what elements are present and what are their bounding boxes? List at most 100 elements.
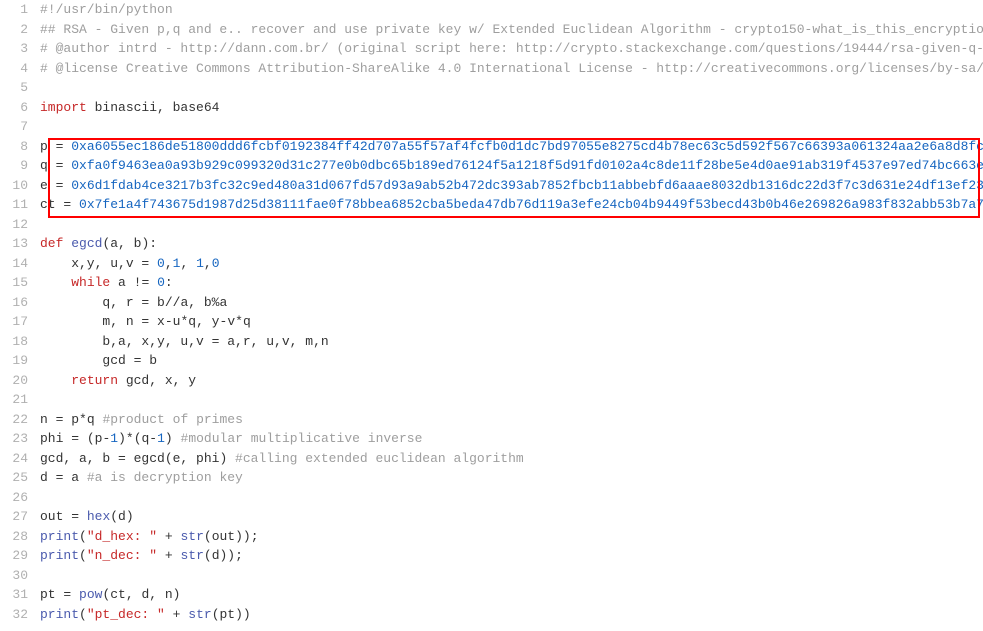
code-line[interactable]: 12: [0, 215, 983, 235]
line-number: 15: [0, 273, 40, 293]
line-content[interactable]: print("pt_dec: " + str(pt)): [40, 605, 983, 625]
code-line[interactable]: 15 while a != 0:: [0, 273, 983, 293]
line-number: 8: [0, 137, 40, 157]
line-content[interactable]: return gcd, x, y: [40, 371, 983, 391]
code-line[interactable]: 11ct = 0x7fe1a4f743675d1987d25d38111fae0…: [0, 195, 983, 215]
code-line[interactable]: 17 m, n = x-u*q, y-v*q: [0, 312, 983, 332]
code-line[interactable]: 8p = 0xa6055ec186de51800ddd6fcbf0192384f…: [0, 137, 983, 157]
token-number: 1: [110, 431, 118, 446]
line-content[interactable]: p = 0xa6055ec186de51800ddd6fcbf0192384ff…: [40, 137, 983, 157]
line-content[interactable]: gcd, a, b = egcd(e, phi) #calling extend…: [40, 449, 983, 469]
token-comment: #product of primes: [102, 412, 242, 427]
line-number: 17: [0, 312, 40, 332]
code-line[interactable]: 31pt = pow(ct, d, n): [0, 585, 983, 605]
line-content[interactable]: [40, 117, 983, 137]
line-content[interactable]: phi = (p-1)*(q-1) #modular multiplicativ…: [40, 429, 983, 449]
line-content[interactable]: ## RSA - Given p,q and e.. recover and u…: [40, 20, 983, 40]
line-content[interactable]: gcd = b: [40, 351, 983, 371]
code-editor[interactable]: 1#!/usr/bin/python2## RSA - Given p,q an…: [0, 0, 983, 624]
line-number: 16: [0, 293, 40, 313]
line-content[interactable]: # @license Creative Commons Attribution-…: [40, 59, 983, 79]
code-line[interactable]: 30: [0, 566, 983, 586]
token-builtin: str: [188, 607, 211, 622]
code-line[interactable]: 26: [0, 488, 983, 508]
code-line[interactable]: 6import binascii, base64: [0, 98, 983, 118]
code-line[interactable]: 21: [0, 390, 983, 410]
line-content[interactable]: [40, 78, 983, 98]
code-line[interactable]: 25d = a #a is decryption key: [0, 468, 983, 488]
token-comment: #a is decryption key: [87, 470, 243, 485]
line-content[interactable]: [40, 390, 983, 410]
line-content[interactable]: # @author intrd - http://dann.com.br/ (o…: [40, 39, 983, 59]
token-builtin: print: [40, 529, 79, 544]
token-string: "n_dec: ": [87, 548, 157, 563]
line-content[interactable]: d = a #a is decryption key: [40, 468, 983, 488]
code-line[interactable]: 27out = hex(d): [0, 507, 983, 527]
token-identifier: ,: [165, 256, 173, 271]
code-line[interactable]: 24gcd, a, b = egcd(e, phi) #calling exte…: [0, 449, 983, 469]
line-content[interactable]: q, r = b//a, b%a: [40, 293, 983, 313]
code-line[interactable]: 14 x,y, u,v = 0,1, 1,0: [0, 254, 983, 274]
token-identifier: a: [219, 295, 227, 310]
line-content[interactable]: pt = pow(ct, d, n): [40, 585, 983, 605]
token-keyword: while: [71, 275, 110, 290]
token-identifier: gcd: [40, 353, 134, 368]
code-line[interactable]: 2## RSA - Given p,q and e.. recover and …: [0, 20, 983, 40]
line-content[interactable]: [40, 566, 983, 586]
line-content[interactable]: [40, 488, 983, 508]
token-identifier: [157, 529, 165, 544]
line-content[interactable]: e = 0x6d1fdab4ce3217b3fc32c9ed480a31d067…: [40, 176, 983, 196]
code-line[interactable]: 16 q, r = b//a, b%a: [0, 293, 983, 313]
token-operator: -: [149, 431, 157, 446]
code-line[interactable]: 3# @author intrd - http://dann.com.br/ (…: [0, 39, 983, 59]
token-identifier: (: [79, 548, 87, 563]
line-content[interactable]: q = 0xfa0f9463ea0a93b929c099320d31c277e0…: [40, 156, 983, 176]
line-content[interactable]: #!/usr/bin/python: [40, 0, 983, 20]
code-line[interactable]: 19 gcd = b: [0, 351, 983, 371]
line-number: 4: [0, 59, 40, 79]
line-number: 26: [0, 488, 40, 508]
token-identifier: out: [40, 509, 71, 524]
code-line[interactable]: 18 b,a, x,y, u,v = a,r, u,v, m,n: [0, 332, 983, 352]
token-operator: +: [165, 529, 173, 544]
token-identifier: gcd, a, b: [40, 451, 118, 466]
line-number: 30: [0, 566, 40, 586]
token-comment: #calling extended euclidean algorithm: [235, 451, 524, 466]
code-line[interactable]: 20 return gcd, x, y: [0, 371, 983, 391]
line-content[interactable]: b,a, x,y, u,v = a,r, u,v, m,n: [40, 332, 983, 352]
token-identifier: n: [40, 412, 56, 427]
line-content[interactable]: m, n = x-u*q, y-v*q: [40, 312, 983, 332]
code-line[interactable]: 22n = p*q #product of primes: [0, 410, 983, 430]
code-line[interactable]: 13def egcd(a, b):: [0, 234, 983, 254]
code-line[interactable]: 29print("n_dec: " + str(d));: [0, 546, 983, 566]
code-line[interactable]: 28print("d_hex: " + str(out));: [0, 527, 983, 547]
code-line[interactable]: 7: [0, 117, 983, 137]
line-content[interactable]: print("n_dec: " + str(d));: [40, 546, 983, 566]
token-identifier: m, n: [40, 314, 141, 329]
line-content[interactable]: import binascii, base64: [40, 98, 983, 118]
code-line[interactable]: 23phi = (p-1)*(q-1) #modular multiplicat…: [0, 429, 983, 449]
code-line[interactable]: 1#!/usr/bin/python: [0, 0, 983, 20]
line-content[interactable]: def egcd(a, b):: [40, 234, 983, 254]
token-identifier: (a, b):: [102, 236, 157, 251]
line-content[interactable]: print("d_hex: " + str(out));: [40, 527, 983, 547]
code-line[interactable]: 4# @license Creative Commons Attribution…: [0, 59, 983, 79]
line-content[interactable]: out = hex(d): [40, 507, 983, 527]
line-number: 7: [0, 117, 40, 137]
line-content[interactable]: while a != 0:: [40, 273, 983, 293]
token-builtin: print: [40, 607, 79, 622]
line-content[interactable]: x,y, u,v = 0,1, 1,0: [40, 254, 983, 274]
token-operator: =: [71, 431, 79, 446]
code-line[interactable]: 32print("pt_dec: " + str(pt)): [0, 605, 983, 625]
line-content[interactable]: n = p*q #product of primes: [40, 410, 983, 430]
line-content[interactable]: ct = 0x7fe1a4f743675d1987d25d38111fae0f7…: [40, 195, 983, 215]
code-line[interactable]: 10e = 0x6d1fdab4ce3217b3fc32c9ed480a31d0…: [0, 176, 983, 196]
token-identifier: x: [149, 314, 165, 329]
line-content[interactable]: [40, 215, 983, 235]
line-number: 32: [0, 605, 40, 625]
code-line[interactable]: 5: [0, 78, 983, 98]
line-number: 10: [0, 176, 40, 196]
token-comment: #!/usr/bin/python: [40, 2, 173, 17]
code-line[interactable]: 9q = 0xfa0f9463ea0a93b929c099320d31c277e…: [0, 156, 983, 176]
token-builtin: str: [180, 529, 203, 544]
